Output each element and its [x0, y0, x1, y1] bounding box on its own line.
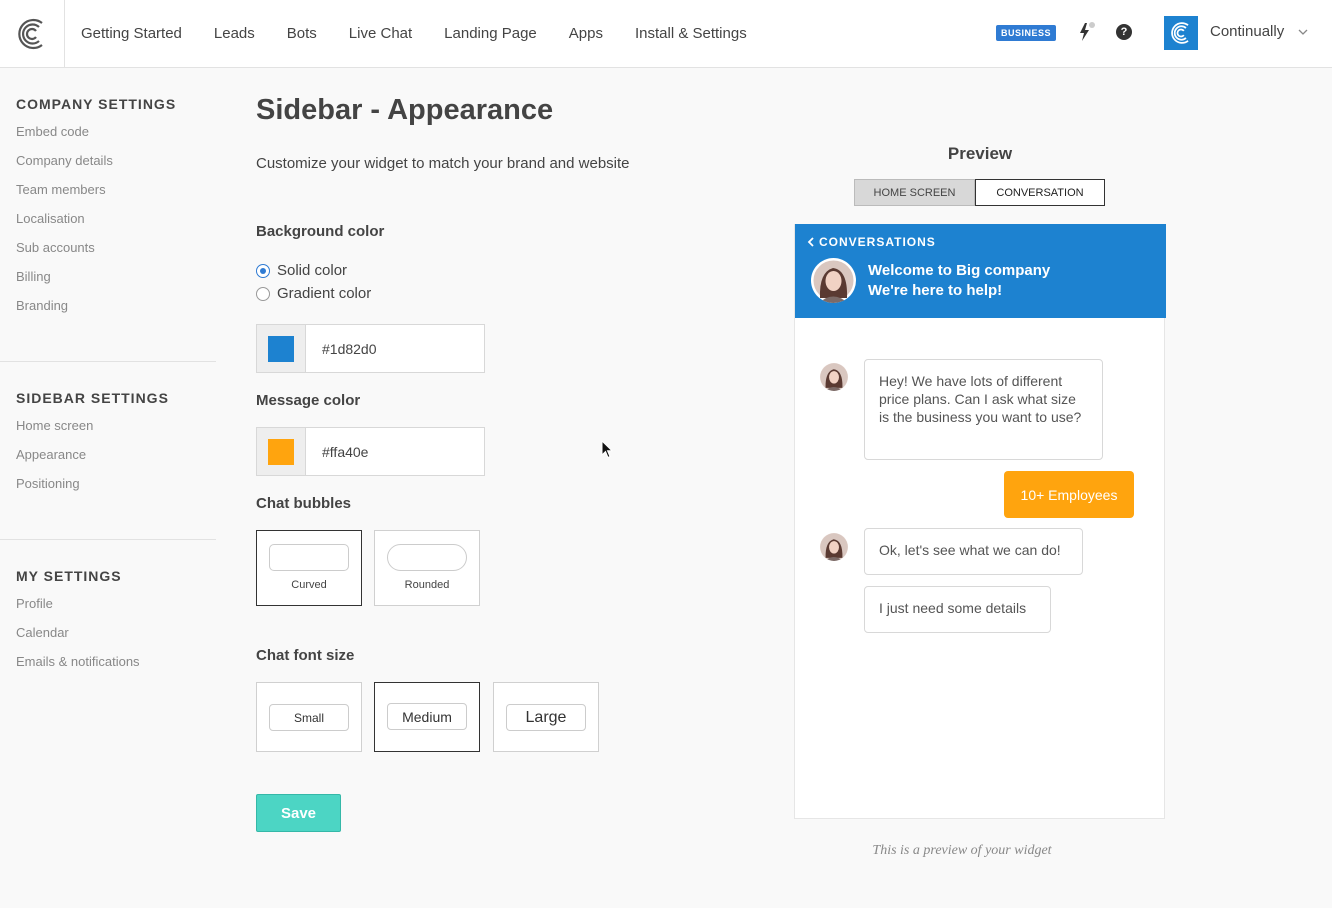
bubble-option-rounded[interactable]: Rounded [374, 530, 480, 606]
back-to-conversations[interactable]: CONVERSATIONS [807, 235, 936, 249]
nav-apps[interactable]: Apps [553, 25, 619, 42]
font-size-pill: Small [269, 704, 349, 731]
nav-getting-started[interactable]: Getting Started [65, 25, 198, 42]
page-title: Sidebar - Appearance [256, 94, 554, 126]
account-name[interactable]: Continually [1210, 23, 1284, 40]
color-swatch [268, 438, 294, 465]
tab-conversation[interactable]: CONVERSATION [975, 179, 1105, 206]
background-color-input[interactable] [306, 325, 476, 372]
message-swatch-picker[interactable] [257, 428, 306, 475]
chat-font-size-label: Chat font size [256, 647, 355, 664]
sidebar-item-company-details[interactable]: Company details [16, 153, 176, 182]
radio-button[interactable] [256, 286, 270, 301]
preview-title: Preview [947, 144, 1013, 163]
agent-avatar [811, 258, 856, 303]
font-size-pill: Medium [387, 703, 467, 730]
mouse-cursor-icon [601, 440, 613, 459]
background-swatch-picker[interactable] [257, 325, 306, 372]
preview-tabs: HOME SCREEN CONVERSATION [854, 179, 1105, 206]
user-reply-bubble: 10+ Employees [1004, 471, 1134, 518]
account-avatar[interactable] [1164, 16, 1198, 50]
bubble-option-curved[interactable]: Curved [256, 530, 362, 606]
font-size-option-large[interactable]: Large [493, 682, 599, 752]
logo-c-icon [18, 18, 43, 49]
sidebar-item-appearance[interactable]: Appearance [16, 447, 169, 476]
agent-avatar-small [820, 533, 848, 561]
bot-message: Ok, let's see what we can do! [864, 528, 1083, 575]
background-color-label: Background color [256, 223, 385, 240]
chevron-down-icon[interactable] [1298, 28, 1308, 36]
plan-badge: BUSINESS [996, 25, 1057, 41]
rounded-bubble-preview [387, 544, 467, 571]
font-size-option-medium[interactable]: Medium [374, 682, 480, 752]
agent-photo-icon [820, 363, 848, 391]
background-color-field [256, 324, 485, 373]
radio-label: Solid color [277, 262, 348, 279]
nav-landing-page[interactable]: Landing Page [428, 25, 553, 42]
section-title: MY SETTINGS [16, 568, 122, 584]
sidebar-item-positioning[interactable]: Positioning [16, 476, 169, 505]
radio-button-checked[interactable] [256, 263, 270, 278]
widget-header: CONVERSATIONS Welcome to Big company We'… [795, 224, 1166, 318]
sidebar-item-calendar[interactable]: Calendar [16, 625, 140, 654]
sidebar-divider [0, 539, 216, 540]
sidebar-settings-section: SIDEBAR SETTINGS Home screen Appearance … [16, 390, 169, 505]
sidebar-item-branding[interactable]: Branding [16, 298, 176, 327]
company-settings-section: COMPANY SETTINGS Embed code Company deta… [16, 96, 176, 327]
sidebar-item-localisation[interactable]: Localisation [16, 211, 176, 240]
color-swatch [268, 335, 294, 362]
lightning-icon[interactable] [1078, 22, 1096, 42]
message-color-input[interactable] [306, 428, 476, 475]
radio-gradient-color[interactable]: Gradient color [256, 285, 371, 302]
radio-solid-color[interactable]: Solid color [256, 262, 347, 279]
radio-label: Gradient color [277, 285, 372, 302]
chat-bubbles-label: Chat bubbles [256, 495, 352, 512]
sidebar-item-emails-notifications[interactable]: Emails & notifications [16, 654, 140, 683]
section-title: COMPANY SETTINGS [16, 96, 177, 112]
option-label: Rounded [404, 579, 450, 591]
sidebar-item-team-members[interactable]: Team members [16, 182, 176, 211]
font-size-option-small[interactable]: Small [256, 682, 362, 752]
account-logo-icon [1171, 22, 1189, 44]
save-button[interactable]: Save [256, 794, 341, 832]
tab-home-screen[interactable]: HOME SCREEN [854, 179, 975, 206]
nav-live-chat[interactable]: Live Chat [333, 25, 428, 42]
main-nav: Getting Started Leads Bots Live Chat Lan… [65, 0, 763, 67]
my-settings-section: MY SETTINGS Profile Calendar Emails & no… [16, 568, 140, 683]
sidebar-item-billing[interactable]: Billing [16, 269, 176, 298]
nav-bots[interactable]: Bots [271, 25, 333, 42]
top-nav: Getting Started Leads Bots Live Chat Lan… [0, 0, 1332, 68]
option-label: Curved [291, 579, 327, 591]
sidebar-item-sub-accounts[interactable]: Sub accounts [16, 240, 176, 269]
message-color-field [256, 427, 485, 476]
section-title: SIDEBAR SETTINGS [16, 390, 169, 406]
widget-preview: CONVERSATIONS Welcome to Big company We'… [794, 224, 1166, 819]
message-color-label: Message color [256, 392, 361, 409]
back-label: CONVERSATIONS [819, 235, 936, 249]
page-subtitle: Customize your widget to match your bran… [256, 155, 630, 172]
agent-photo-icon [820, 533, 848, 561]
chevron-left-icon [807, 237, 814, 247]
continually-logo[interactable] [0, 0, 65, 67]
widget-tagline: We're here to help! [868, 282, 1003, 299]
curved-bubble-preview [269, 544, 349, 571]
bot-message: I just need some details [864, 586, 1051, 633]
sidebar-divider [0, 361, 216, 362]
nav-install-settings[interactable]: Install & Settings [619, 25, 763, 42]
font-size-pill: Large [506, 704, 586, 731]
widget-welcome: Welcome to Big company [868, 262, 1051, 279]
agent-avatar-small [820, 363, 848, 391]
help-icon[interactable]: ? [1116, 24, 1132, 40]
sidebar-item-profile[interactable]: Profile [16, 596, 140, 625]
nav-leads[interactable]: Leads [198, 25, 271, 42]
bot-message: Hey! We have lots of different price pla… [864, 359, 1103, 460]
sidebar-item-home-screen[interactable]: Home screen [16, 418, 169, 447]
sidebar-item-embed-code[interactable]: Embed code [16, 124, 176, 153]
agent-photo-icon [811, 258, 856, 303]
preview-note: This is a preview of your widget [872, 843, 1052, 858]
